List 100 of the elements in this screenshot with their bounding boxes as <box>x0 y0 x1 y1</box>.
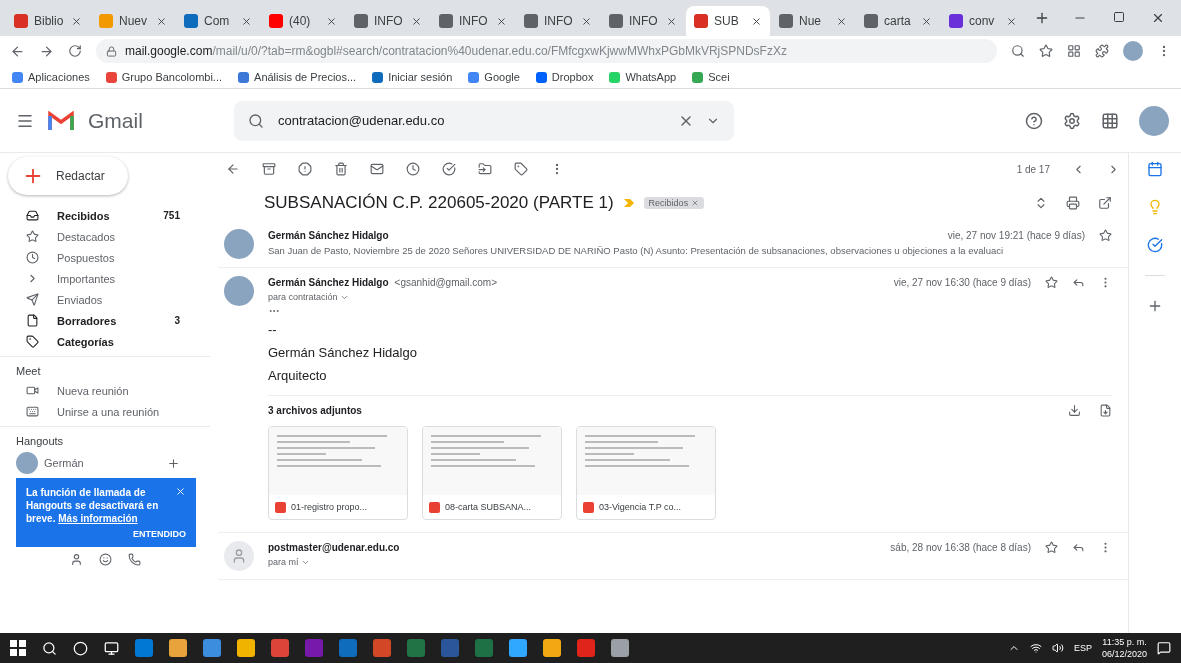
nav-item[interactable]: Categorías <box>0 331 210 352</box>
taskbar-app-icon[interactable] <box>169 639 187 657</box>
taskbar-app-icon[interactable] <box>237 639 255 657</box>
browser-tab[interactable]: INFO <box>431 6 515 36</box>
download-icon <box>1068 404 1081 417</box>
browser-tab[interactable]: INFO <box>516 6 600 36</box>
taskbar-app-icon[interactable] <box>339 639 357 657</box>
close-icon[interactable] <box>1006 15 1017 27</box>
browser-tab[interactable]: (40) <box>261 6 345 36</box>
taskbar-app-icon[interactable] <box>203 639 221 657</box>
taskbar-app-icon[interactable] <box>305 639 323 657</box>
dismiss-button[interactable]: ENTENDIDO <box>133 529 186 539</box>
taskbar-app-icon[interactable] <box>271 639 289 657</box>
bookmark[interactable]: WhatsApp <box>609 71 677 83</box>
url-text: mail.google.com/mail/u/0/?tab=rm&ogbl#search/contratacion%40udenar.edu.co/FMfcgxwKjwwMWhxPGbMkVRjSPNDsFzXz <box>125 44 787 58</box>
bookmark[interactable]: Aplicaciones <box>12 71 90 83</box>
apps-grid-icon <box>1101 111 1119 130</box>
more-info-link[interactable]: Más información <box>58 513 138 524</box>
star-icon <box>1045 541 1058 554</box>
nav-item[interactable]: Destacados <box>0 226 210 247</box>
taskbar-app-icon[interactable] <box>611 639 629 657</box>
browser-tab[interactable]: INFO <box>346 6 430 36</box>
nav-item[interactable]: Pospuestos <box>0 247 210 268</box>
taskbar-app-icon[interactable] <box>577 639 595 657</box>
recipient-text[interactable]: para contratación <box>268 292 1112 302</box>
close-icon[interactable] <box>326 15 337 27</box>
nav-item[interactable]: Enviados <box>0 289 210 310</box>
close-icon[interactable] <box>666 15 677 27</box>
calendar-icon <box>1147 161 1163 177</box>
browser-tab[interactable]: INFO <box>601 6 685 36</box>
email-date: vie, 27 nov 16:30 (hace 9 días) <box>893 277 1031 288</box>
close-icon[interactable] <box>71 15 82 27</box>
compose-button[interactable]: Redactar <box>8 157 128 195</box>
browser-tab[interactable]: conv <box>941 6 1025 36</box>
attachment-card[interactable]: 01-registro propo... <box>268 426 408 520</box>
attachment-card[interactable]: 03-Vigencia T.P co... <box>576 426 716 520</box>
reply-icon <box>1072 276 1085 289</box>
new-tab-icon[interactable] <box>1034 10 1050 26</box>
section-title: Hangouts <box>0 426 210 450</box>
spam-icon <box>298 162 312 176</box>
search-field[interactable]: contratacion@udenar.edu.co <box>276 112 666 129</box>
label-icon <box>514 162 528 176</box>
taskbar-app-icon[interactable] <box>475 639 493 657</box>
keyboard-icon <box>26 405 39 418</box>
close-icon[interactable] <box>411 15 422 27</box>
user-name[interactable]: Germán <box>44 457 161 469</box>
pdf-icon <box>583 501 594 513</box>
nav-item[interactable]: Nueva reunión <box>0 380 210 401</box>
browser-tab[interactable]: SUB <box>686 6 770 36</box>
nav-item[interactable]: Importantes <box>0 268 210 289</box>
email-date: vie, 27 nov 19:21 (hace 9 días) <box>947 230 1085 241</box>
recipient-text[interactable]: para mí <box>268 557 1112 567</box>
close-icon[interactable] <box>836 15 847 27</box>
clock-icon <box>406 162 420 176</box>
bookmark[interactable]: Dropbox <box>535 71 594 83</box>
mail-icon <box>370 162 384 176</box>
browser-tab[interactable]: Nuev <box>91 6 175 36</box>
browser-tab[interactable]: Biblio <box>6 6 90 36</box>
nav-item[interactable]: Unirse a una reunión <box>0 401 210 422</box>
reload-icon <box>68 44 82 58</box>
move-icon <box>478 162 492 176</box>
user-avatar <box>16 452 38 474</box>
taskbar-app-icon[interactable] <box>373 639 391 657</box>
close-icon[interactable] <box>496 15 507 27</box>
browser-tab[interactable]: Nue <box>771 6 855 36</box>
notification-icon <box>1157 641 1171 655</box>
label-chip[interactable]: Recibidos <box>643 197 705 209</box>
windows-logo-icon[interactable] <box>10 640 26 656</box>
bookmark[interactable]: Scei <box>692 71 730 83</box>
clock-text[interactable]: 11:35 p. m. 06/12/2020 <box>1101 636 1147 660</box>
search-bar[interactable]: contratacion@udenar.edu.co <box>234 100 734 141</box>
close-icon[interactable] <box>751 15 762 27</box>
bookmark[interactable]: Iniciar sesión <box>372 71 453 83</box>
taskbar-app-icon[interactable] <box>135 639 153 657</box>
profile-avatar[interactable] <box>1123 41 1143 61</box>
close-icon[interactable] <box>241 15 252 27</box>
settings-icon <box>1063 111 1081 130</box>
profile-avatar[interactable] <box>1139 105 1169 136</box>
attachment-card[interactable]: 08-carta SUBSANA... <box>422 426 562 520</box>
email-date: sáb, 28 nov 16:38 (hace 8 días) <box>890 542 1031 553</box>
browser-tab[interactable]: carta <box>856 6 940 36</box>
close-icon[interactable] <box>581 15 592 27</box>
bookmark[interactable]: Grupo Bancolombi... <box>105 71 223 83</box>
taskbar-app-icon[interactable] <box>407 639 425 657</box>
bookmark[interactable]: Análisis de Precios... <box>238 71 357 83</box>
language-indicator[interactable]: ESP <box>1073 643 1092 653</box>
close-icon[interactable] <box>156 15 167 27</box>
search-icon <box>42 640 57 656</box>
taskbar-app-icon[interactable] <box>441 639 459 657</box>
email-snippet: San Juan de Pasto, Noviembre 25 de 2020 Señores UNIVERSIDAD DE NARIÑO Pasto (N) Asunto: Presentación de subsanaciones, observaciones u objeciones a la evaluaci <box>268 245 1005 256</box>
nav-item[interactable]: Recibidos 751 <box>0 205 210 226</box>
browser-tab[interactable]: Com <box>176 6 260 36</box>
close-icon[interactable] <box>921 15 932 27</box>
bookmark[interactable]: Google <box>468 71 520 83</box>
app-title: Gmail <box>88 108 143 133</box>
taskbar-app-icon[interactable] <box>543 639 561 657</box>
nav-item[interactable]: Borradores 3 <box>0 310 210 331</box>
inbox-icon <box>26 209 39 222</box>
address-bar[interactable]: mail.google.com/mail/u/0/?tab=rm&ogbl#search/contratacion%40udenar.edu.co/FMfcgxwKjwwMWhxPGbMkVRjSPNDsFzXz <box>96 39 997 63</box>
taskbar-app-icon[interactable] <box>509 639 527 657</box>
